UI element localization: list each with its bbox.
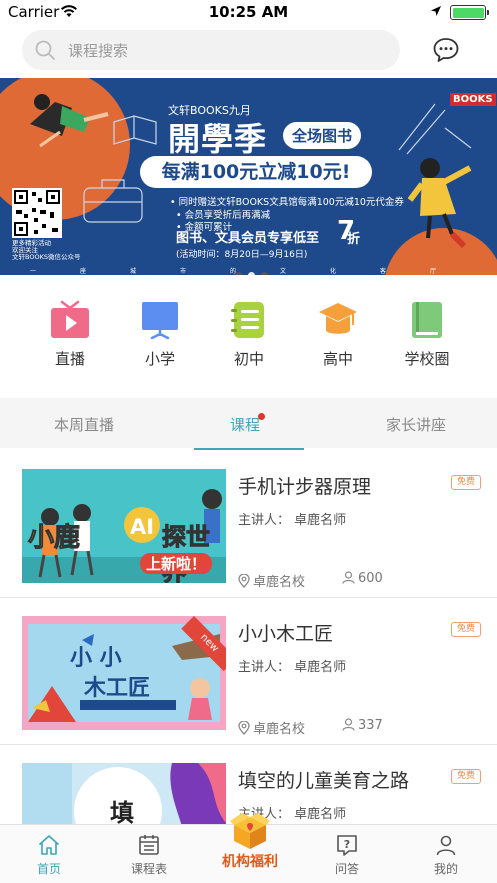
course-speaker: 主讲人： 卓鹿名师 — [238, 660, 347, 675]
calendar-icon — [139, 835, 159, 855]
location-pin-icon — [238, 720, 250, 735]
search-placeholder: 课程搜索 — [68, 42, 129, 60]
course-title[interactable]: 填空的儿童美育之路 — [238, 766, 409, 793]
category-label: 学校圈 — [404, 350, 450, 368]
banner-discount-unit: 折 — [347, 232, 361, 247]
free-badge: 免费 — [451, 769, 481, 784]
pagination-dot[interactable] — [261, 272, 268, 275]
qr-note: 更多精彩活动 欢迎关注 文轩BOOKS微信公众号 — [12, 239, 81, 261]
book-icon — [412, 302, 442, 338]
battery-icon — [450, 5, 489, 20]
book-sketch-icon — [113, 115, 157, 145]
course-card[interactable]: new 小 小 木工匠 小小木工匠 免费 主讲人： 卓鹿名师 卓鹿名校 337 — [0, 598, 497, 745]
course-location: 卓鹿名校 — [238, 718, 305, 737]
thumbnail-text: 填 — [110, 799, 134, 827]
home-icon — [38, 835, 60, 855]
banner-logo: BOOKS — [450, 93, 496, 106]
nav-timetable[interactable]: 课程表 — [109, 833, 189, 877]
category-primary[interactable]: 小学 — [110, 300, 210, 369]
course-title[interactable]: 手机计步器原理 — [238, 472, 371, 499]
tab-parent-lectures[interactable]: 家长讲座 — [386, 414, 446, 435]
category-school-circle[interactable]: 学校圈 — [377, 300, 477, 369]
category-label: 小学 — [144, 350, 175, 368]
nav-profile[interactable]: 我的 — [406, 833, 486, 877]
notification-dot — [258, 413, 265, 420]
clock: 10:25 AM — [208, 3, 289, 21]
nav-qa[interactable]: ? 问答 — [307, 833, 387, 877]
person-icon — [342, 571, 355, 584]
graduation-cap-icon — [319, 303, 357, 334]
profile-icon — [436, 835, 456, 856]
girl-illustration — [408, 158, 472, 249]
message-button[interactable] — [432, 37, 460, 63]
category-junior-high[interactable]: 初中 — [199, 300, 299, 369]
course-location: 卓鹿名校 — [238, 571, 305, 590]
category-grid: 直播 小学 初中 高中 学校圈 — [0, 300, 497, 380]
thumbnail-text: 木工匠 — [84, 676, 151, 701]
ruler-sketch-icon — [398, 103, 472, 155]
tv-icon — [51, 300, 89, 338]
bottom-navigation: 首页 课程表 机构福利 ? 问答 我的 — [0, 813, 497, 883]
tab-weekly-live[interactable]: 本周直播 — [54, 414, 114, 435]
thumbnail-text: 上新啦！ — [140, 553, 213, 574]
tab-bar: 本周直播 课程 家长讲座 — [0, 398, 497, 448]
bag-sketch-icon — [83, 179, 143, 223]
location-arrow-icon — [430, 4, 442, 22]
nav-label: 首页 — [36, 862, 61, 876]
svg-text:?: ? — [344, 838, 350, 851]
category-live[interactable]: 直播 — [20, 300, 120, 369]
free-badge: 免费 — [451, 475, 481, 490]
course-card[interactable]: 小鹿 AI 探世界 上新啦！ 手机计步器原理 免费 主讲人： 卓鹿名师 卓鹿名校… — [0, 451, 497, 598]
category-senior-high[interactable]: 高中 — [288, 300, 388, 369]
thumbnail-caption-bar — [80, 700, 176, 710]
question-icon: ? — [337, 835, 357, 856]
thumbnail-text: 小 小 — [70, 646, 122, 671]
pagination-dot-active[interactable] — [248, 272, 255, 275]
nav-institution-benefits[interactable]: 机构福利 — [210, 811, 290, 871]
banner-pagination[interactable] — [232, 264, 271, 275]
category-label: 高中 — [322, 350, 353, 368]
notebook-icon — [231, 302, 264, 338]
tab-courses[interactable]: 课程 — [230, 414, 260, 435]
free-badge: 免费 — [451, 622, 481, 637]
course-view-count: 600 — [342, 571, 383, 586]
course-title[interactable]: 小小木工匠 — [238, 619, 333, 646]
search-bar[interactable]: 课程搜索 — [22, 30, 400, 70]
chat-bubble-icon — [433, 38, 459, 62]
status-bar: Carrier 10:25 AM — [0, 0, 497, 24]
course-thumbnail[interactable]: 小鹿 AI 探世界 上新啦！ — [22, 469, 226, 583]
gift-box-icon — [230, 813, 270, 849]
nav-label: 我的 — [433, 862, 458, 876]
promo-banner[interactable]: 文轩BOOKS九月 BOOKS 開學季 全场图书 每满100元立减10元! • … — [0, 78, 497, 275]
banner-promo: 每满100元立减10元! — [140, 156, 372, 188]
category-label: 直播 — [54, 350, 85, 368]
nav-label: 问答 — [334, 862, 359, 876]
banner-title: 開學季 — [168, 120, 268, 158]
category-label: 初中 — [233, 350, 264, 368]
nav-label: 机构福利 — [222, 854, 278, 870]
location-pin-icon — [238, 573, 250, 588]
course-view-count: 337 — [342, 718, 383, 733]
banner-member-text: 图书、文具会员专享低至 — [176, 231, 320, 246]
qr-code — [12, 188, 62, 238]
banner-period: (活动时间：8月20日—9月16日) — [176, 250, 308, 260]
nav-home[interactable]: 首页 — [9, 833, 89, 877]
search-icon — [34, 39, 56, 65]
board-icon — [142, 302, 178, 340]
active-tab-indicator — [194, 448, 304, 450]
course-speaker: 主讲人： 卓鹿名师 — [238, 513, 347, 528]
thumbnail-text: 小鹿 — [27, 523, 81, 554]
pagination-dot[interactable] — [235, 272, 242, 275]
nav-label: 课程表 — [130, 862, 167, 876]
thumbnail-text: AI — [130, 515, 155, 539]
person-icon — [342, 718, 355, 731]
banner-line-1: • 同时赠送文轩BOOKS文具馆每满100元减10元代金券 — [170, 197, 404, 208]
course-thumbnail[interactable]: new 小 小 木工匠 — [22, 616, 226, 730]
banner-tag: 全场图书 — [283, 122, 362, 149]
